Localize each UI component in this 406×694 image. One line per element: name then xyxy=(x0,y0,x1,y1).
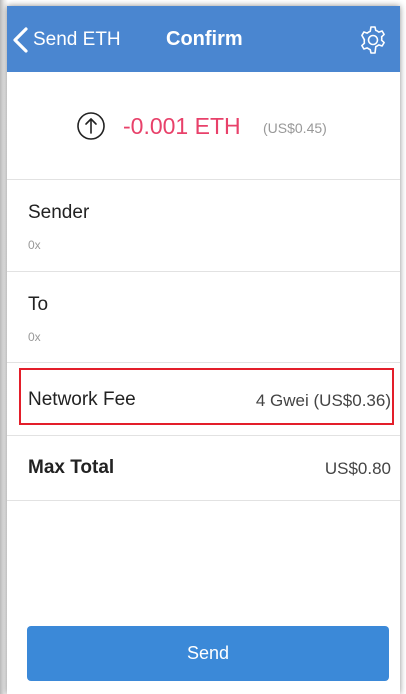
back-label: Send ETH xyxy=(33,29,121,50)
network-fee-label: Network Fee xyxy=(28,389,136,410)
send-amount-usd: (US$0.45) xyxy=(263,120,327,136)
sender-label: Sender xyxy=(28,202,90,223)
nav-header: Send ETH Confirm xyxy=(7,6,400,72)
phone-screen: Send ETH Confirm -0.001 ETH (US$0.45) Se… xyxy=(7,6,400,694)
screenshot-frame: Send ETH Confirm -0.001 ETH (US$0.45) Se… xyxy=(0,0,406,694)
amount-summary: -0.001 ETH (US$0.45) xyxy=(7,72,400,180)
sender-address: 0x xyxy=(28,238,41,252)
recipient-address: 0x xyxy=(28,330,41,344)
arrow-up-circle-icon xyxy=(77,112,105,140)
send-amount: -0.001 ETH xyxy=(123,113,241,139)
max-total-label: Max Total xyxy=(28,457,115,478)
recipient-label: To xyxy=(28,294,49,315)
max-total-row: Max Total US$0.80 xyxy=(7,436,400,501)
recipient-field: To 0x xyxy=(7,272,400,363)
page-title: Confirm xyxy=(166,28,243,50)
network-fee-row[interactable]: Network Fee 4 Gwei (US$0.36) xyxy=(7,363,400,436)
chevron-left-icon xyxy=(13,27,28,53)
max-total-value: US$0.80 xyxy=(324,459,391,478)
gear-icon[interactable] xyxy=(358,25,388,55)
send-button[interactable]: Send xyxy=(27,626,389,681)
network-fee-value: 4 Gwei (US$0.36) xyxy=(255,391,391,410)
sender-field: Sender 0x xyxy=(7,180,400,272)
back-button[interactable]: Send ETH xyxy=(12,24,121,56)
